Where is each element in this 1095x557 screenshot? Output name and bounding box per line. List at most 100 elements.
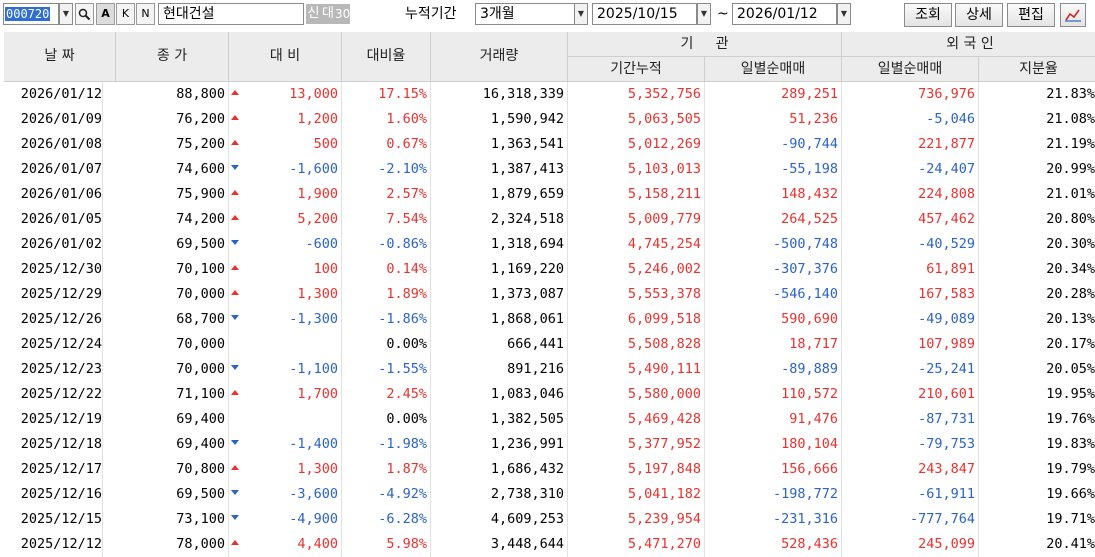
table-row[interactable]: 2025/12/16 69,500 -3,600 -4.92% 2,738,310 5,0… xyxy=(4,482,1095,507)
cell-foreign-share-value: 21.19% xyxy=(1046,136,1095,152)
cell-foreign-share-value: 19.79% xyxy=(1046,461,1095,477)
stock-code-input[interactable]: 000720 xyxy=(3,3,59,25)
cell-close: 78,000 xyxy=(116,532,229,557)
cell-foreign-daily-value: -49,089 xyxy=(918,311,975,327)
stock-code-value[interactable]: 000720 xyxy=(5,7,51,21)
query-button[interactable]: 조회 xyxy=(904,3,952,27)
cell-inst-daily-value: 110,572 xyxy=(781,386,838,402)
table-row[interactable]: 2026/01/02 69,500 -600 -0.86% 1,318,694 4,745… xyxy=(4,232,1095,257)
date-from-dropdown-button[interactable]: ▼ xyxy=(697,3,711,25)
cell-foreign-daily-value: 243,847 xyxy=(918,461,975,477)
cell-foreign-daily-value: 107,989 xyxy=(918,336,975,352)
cell-date: 2026/01/08 xyxy=(4,132,103,157)
table-row[interactable]: 2026/01/12 88,800 13,000 17.15% 16,318,339 5,… xyxy=(4,82,1095,107)
cell-volume-value: 1,879,659 xyxy=(490,186,564,202)
cell-change-rate: -2.10% xyxy=(342,157,431,182)
line-chart-icon xyxy=(1065,9,1081,22)
cell-change-rate: 1.60% xyxy=(342,107,431,132)
table-row[interactable]: 2026/01/08 75,200 500 0.67% 1,363,541 5,012,2… xyxy=(4,132,1095,157)
table-row[interactable]: 2025/12/12 78,000 4,400 5.98% 3,448,644 5,471… xyxy=(4,532,1095,557)
header-close[interactable]: 종 가 xyxy=(116,32,229,82)
table-row[interactable]: 2025/12/30 70,100 100 0.14% 1,169,220 5,246,0… xyxy=(4,257,1095,282)
table-row[interactable]: 2025/12/18 69,400 -1,400 -1.98% 1,236,991 5,3… xyxy=(4,432,1095,457)
table-row[interactable]: 2025/12/22 71,100 1,700 2.45% 1,083,046 5,580… xyxy=(4,382,1095,407)
up-triangle-icon xyxy=(231,140,239,145)
cell-foreign-share: 20.34% xyxy=(979,257,1095,282)
cell-inst-cumulative-value: 5,158,211 xyxy=(627,186,701,202)
cell-change xyxy=(229,407,342,432)
header-date[interactable]: 날 짜 xyxy=(4,32,116,82)
cell-volume-value: 1,373,087 xyxy=(490,286,564,302)
cell-foreign-daily-value: 224,808 xyxy=(918,186,975,202)
cell-inst-cumulative: 5,508,828 xyxy=(568,332,705,357)
table-row[interactable]: 2025/12/17 70,800 1,300 1.87% 1,686,432 5,197… xyxy=(4,457,1095,482)
cell-foreign-daily: -777,764 xyxy=(842,507,979,532)
header-change-rate[interactable]: 대비율 xyxy=(342,32,431,82)
filter-n-button[interactable]: N xyxy=(136,3,155,25)
cell-close: 69,500 xyxy=(116,232,229,257)
table-row[interactable]: 2025/12/23 70,000 -1,100 -1.55% 891,216 5,490… xyxy=(4,357,1095,382)
table-row[interactable]: 2025/12/24 70,000 0.00% 666,441 5,508,828 18,… xyxy=(4,332,1095,357)
header-change[interactable]: 대 비 xyxy=(229,32,342,82)
cell-inst-daily-value: 51,236 xyxy=(789,111,838,127)
cell-close-value: 74,200 xyxy=(176,211,225,227)
cell-inst-daily-value: -307,376 xyxy=(772,261,838,277)
cell-inst-cumulative-value: 5,239,954 xyxy=(627,511,701,527)
cell-close-value: 71,100 xyxy=(176,386,225,402)
down-triangle-icon xyxy=(231,440,239,445)
up-triangle-icon xyxy=(231,265,239,270)
down-triangle-icon xyxy=(231,365,239,370)
cell-date: 2025/12/17 xyxy=(4,457,103,482)
table-row[interactable]: 2025/12/29 70,000 1,300 1.89% 1,373,087 5,553… xyxy=(4,282,1095,307)
cell-foreign-daily: 736,976 xyxy=(842,82,979,107)
date-to-dropdown-button[interactable]: ▼ xyxy=(837,3,851,25)
cell-inst-daily-value: 528,436 xyxy=(781,536,838,552)
header-foreign-daily[interactable]: 일별순매매 xyxy=(842,57,979,82)
cell-change-rate-value: 1.60% xyxy=(386,111,427,127)
cell-change-rate-value: -1.98% xyxy=(378,436,427,452)
cell-inst-cumulative-value: 5,377,952 xyxy=(627,436,701,452)
cell-inst-daily-value: -231,316 xyxy=(772,511,838,527)
header-volume[interactable]: 거래량 xyxy=(431,32,568,82)
cell-volume-value: 3,448,644 xyxy=(490,536,564,552)
filter-k-button[interactable]: K xyxy=(116,3,135,25)
cell-foreign-daily: -40,529 xyxy=(842,232,979,257)
table-row[interactable]: 2025/12/26 68,700 -1,300 -1.86% 1,868,061 6,0… xyxy=(4,307,1095,332)
table-row[interactable]: 2025/12/15 73,100 -4,900 -6.28% 4,609,253 5,2… xyxy=(4,507,1095,532)
date-to-input[interactable]: 2026/01/12 xyxy=(732,3,837,25)
table-row[interactable]: 2026/01/07 74,600 -1,600 -2.10% 1,387,413 5,1… xyxy=(4,157,1095,182)
period-dropdown-button[interactable]: ▼ xyxy=(574,3,588,25)
cell-inst-daily: 51,236 xyxy=(705,107,842,132)
cell-inst-cumulative: 5,580,000 xyxy=(568,382,705,407)
date-from-input[interactable]: 2025/10/15 xyxy=(592,3,697,25)
header-inst-daily[interactable]: 일별순매매 xyxy=(705,57,842,82)
period-select[interactable]: 3개월 xyxy=(475,3,575,25)
cell-volume: 1,083,046 xyxy=(431,382,568,407)
cell-change-value: 5,200 xyxy=(297,211,338,227)
cell-close-value: 68,700 xyxy=(176,311,225,327)
detail-button[interactable]: 상세 xyxy=(955,3,1003,27)
header-inst-cumulative[interactable]: 기간누적 xyxy=(568,57,705,82)
cell-inst-cumulative-value: 5,041,182 xyxy=(627,486,701,502)
chart-button[interactable] xyxy=(1060,3,1086,27)
cell-date: 2025/12/18 xyxy=(4,432,103,457)
cell-change-rate-value: 1.87% xyxy=(386,461,427,477)
cell-date: 2025/12/26 xyxy=(4,307,103,332)
cell-date-value: 2025/12/18 xyxy=(20,436,102,452)
table-row[interactable]: 2026/01/06 75,900 1,900 2.57% 1,879,659 5,158… xyxy=(4,182,1095,207)
stock-search-button[interactable] xyxy=(75,3,94,25)
cell-close-value: 74,600 xyxy=(176,161,225,177)
stock-code-dropdown-button[interactable]: ▼ xyxy=(59,3,73,25)
filter-a-button[interactable]: A xyxy=(96,3,115,25)
edit-button[interactable]: 편집 xyxy=(1007,3,1055,27)
header-foreign-share[interactable]: 지분율 xyxy=(979,57,1095,82)
cell-change: -4,900 xyxy=(229,507,342,532)
cell-foreign-daily: -5,046 xyxy=(842,107,979,132)
cell-inst-cumulative-value: 5,508,828 xyxy=(627,336,701,352)
table-row[interactable]: 2026/01/09 76,200 1,200 1.60% 1,590,942 5,063… xyxy=(4,107,1095,132)
cell-change-value: -1,600 xyxy=(289,161,338,177)
cell-volume: 1,382,505 xyxy=(431,407,568,432)
cell-change-rate-value: 0.00% xyxy=(386,336,427,352)
table-row[interactable]: 2025/12/19 69,400 0.00% 1,382,505 5,469,428 9… xyxy=(4,407,1095,432)
table-row[interactable]: 2026/01/05 74,200 5,200 7.54% 2,324,518 5,009… xyxy=(4,207,1095,232)
